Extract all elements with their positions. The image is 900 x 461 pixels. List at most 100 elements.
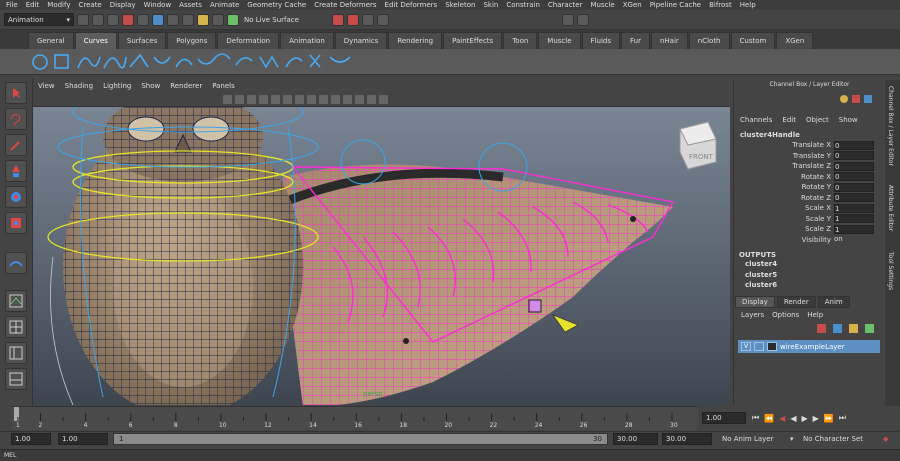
layer-type-toggle[interactable] <box>754 342 764 351</box>
viewport-menu-renderer[interactable]: Renderer <box>170 82 202 90</box>
select-tool-icon[interactable] <box>5 82 27 104</box>
image-plane-icon[interactable] <box>247 94 256 104</box>
layer-menu-options[interactable]: Options <box>772 311 799 319</box>
step-back-frame-icon[interactable]: ◀ <box>779 414 785 423</box>
layer-tab-anim[interactable]: Anim <box>817 296 850 308</box>
menu-character[interactable]: Character <box>548 1 583 9</box>
help-icon[interactable] <box>840 95 848 103</box>
attribute-row-translate-y[interactable]: Translate Y0 <box>734 151 885 162</box>
layer-tab-render[interactable]: Render <box>776 296 816 308</box>
use-lights-icon[interactable] <box>343 94 352 104</box>
snap-point-icon[interactable] <box>182 13 194 26</box>
menu-modify[interactable]: Modify <box>47 1 70 9</box>
attribute-row-scale-z[interactable]: Scale Z1 <box>734 224 885 235</box>
attribute-value-field[interactable]: 1 <box>834 203 874 213</box>
channel-box-menu-show[interactable]: Show <box>839 116 858 124</box>
open-scene-icon[interactable] <box>92 13 104 26</box>
attribute-value-field[interactable]: on <box>834 235 874 245</box>
menu-muscle[interactable]: Muscle <box>590 1 614 9</box>
channel-box-menu-channels[interactable]: Channels <box>740 116 772 124</box>
menu-geometry-cache[interactable]: Geometry Cache <box>247 1 306 9</box>
tab-nhair[interactable]: nHair <box>650 32 688 49</box>
persp-outliner-layout-icon[interactable] <box>5 342 27 364</box>
ep-curve-icon[interactable] <box>77 56 101 69</box>
range-slider[interactable]: 1 30 <box>113 433 608 445</box>
anim-start-field[interactable]: 1.00 <box>58 433 108 445</box>
layer-row[interactable]: V wireExampleLayer <box>738 340 880 353</box>
rebuild-curve-icon[interactable] <box>285 57 303 68</box>
attribute-row-scale-x[interactable]: Scale X1 <box>734 203 885 214</box>
snap-curve-icon[interactable] <box>167 13 179 26</box>
isolate-select-icon[interactable] <box>379 94 388 104</box>
tab-custom[interactable]: Custom <box>730 32 776 49</box>
menu-pipeline-cache[interactable]: Pipeline Cache <box>650 1 701 9</box>
current-time-field[interactable]: 1.00 <box>702 412 746 424</box>
paint-select-tool-icon[interactable] <box>5 134 27 156</box>
save-scene-icon[interactable] <box>107 13 119 26</box>
menu-edit-deformers[interactable]: Edit Deformers <box>385 1 438 9</box>
tab-toon[interactable]: Toon <box>503 32 538 49</box>
arc-curve-icon[interactable] <box>153 56 171 64</box>
character-set-selector[interactable]: No Character Set <box>803 433 863 445</box>
channel-box-side-tab[interactable]: Channel Box / Layer Editor <box>887 86 894 166</box>
toggle-panel-icon[interactable] <box>576 13 589 26</box>
output-node-cluster6[interactable]: cluster6 <box>734 280 885 291</box>
attribute-icon[interactable] <box>864 95 872 103</box>
menu-bifrost[interactable]: Bifrost <box>709 1 732 9</box>
toggle-panel-icon[interactable] <box>561 13 574 26</box>
render-settings-icon[interactable] <box>361 13 374 26</box>
tab-dynamics[interactable]: Dynamics <box>334 32 388 49</box>
menu-animate[interactable]: Animate <box>210 1 239 9</box>
nurbs-square-icon[interactable] <box>54 54 69 69</box>
tab-deformation[interactable]: Deformation <box>217 32 280 49</box>
attribute-value-field[interactable]: 0 <box>834 172 874 182</box>
attribute-value-field[interactable]: 0 <box>834 193 874 203</box>
soft-mod-tool-icon[interactable] <box>5 252 27 274</box>
wireframe-icon[interactable] <box>295 94 304 104</box>
attribute-row-scale-y[interactable]: Scale Y1 <box>734 214 885 225</box>
tab-animation[interactable]: Animation <box>280 32 334 49</box>
textured-icon[interactable] <box>331 94 340 104</box>
bookmark-icon[interactable] <box>235 94 244 104</box>
command-line[interactable]: MEL <box>0 449 900 461</box>
tab-fur[interactable]: Fur <box>620 32 650 49</box>
arc-two-point-icon[interactable] <box>175 58 193 68</box>
tool-settings-side-tab[interactable]: Tool Settings <box>887 252 894 290</box>
viewport-menu-lighting[interactable]: Lighting <box>103 82 131 90</box>
pencil-curve-icon[interactable] <box>129 53 149 68</box>
attribute-row-visibility[interactable]: Visibility on <box>734 235 885 246</box>
smooth-shade-icon[interactable] <box>307 94 316 104</box>
scale-tool-icon[interactable] <box>5 212 27 234</box>
snap-grid-icon[interactable] <box>152 13 164 26</box>
new-layer-from-selected-icon[interactable] <box>833 324 842 333</box>
menu-file[interactable]: File <box>6 1 18 9</box>
attribute-value-field[interactable]: 1 <box>834 214 874 224</box>
tab-curves[interactable]: Curves <box>74 32 117 49</box>
menu-edit[interactable]: Edit <box>26 1 40 9</box>
chevron-down-icon[interactable]: ▾ <box>790 433 798 445</box>
persp-graph-layout-icon[interactable] <box>5 368 27 390</box>
menu-window[interactable]: Window <box>144 1 172 9</box>
layer-menu-help[interactable]: Help <box>807 311 823 319</box>
attach-curve-icon[interactable] <box>235 57 253 66</box>
history-icon[interactable] <box>197 13 209 26</box>
four-view-layout-icon[interactable] <box>5 316 27 338</box>
rotate-tool-icon[interactable] <box>5 186 27 208</box>
input-output-icon[interactable] <box>212 13 224 26</box>
fillet-curve-icon[interactable] <box>309 54 321 68</box>
layer-color-swatch[interactable] <box>767 342 777 351</box>
attribute-row-translate-z[interactable]: Translate Z0 <box>734 161 885 172</box>
menu-skin[interactable]: Skin <box>483 1 498 9</box>
time-slider[interactable]: 1 2 4 6 8 10 12 14 16 18 20 22 24 26 28 30 <box>12 406 698 430</box>
single-perspective-layout-icon[interactable] <box>5 290 27 312</box>
move-layer-down-icon[interactable] <box>865 324 874 333</box>
step-forward-key-icon[interactable]: ⏩ <box>824 414 834 423</box>
cv-curve-icon[interactable] <box>103 56 127 69</box>
go-to-end-icon[interactable]: ⏭ <box>839 413 846 423</box>
layer-visibility-toggle[interactable]: V <box>741 342 751 351</box>
tab-ncloth[interactable]: nCloth <box>688 32 730 49</box>
nurbs-circle-icon[interactable] <box>32 54 48 70</box>
menu-xgen[interactable]: XGen <box>623 1 642 9</box>
attribute-row-rotate-z[interactable]: Rotate Z0 <box>734 193 885 204</box>
ipr-render-icon[interactable] <box>346 13 359 26</box>
